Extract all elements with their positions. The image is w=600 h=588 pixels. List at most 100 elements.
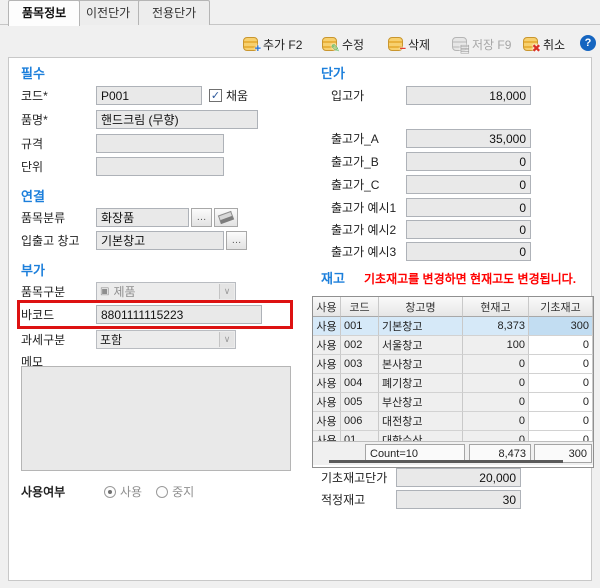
cell-code: 004 <box>341 374 379 393</box>
cell-current: 0 <box>463 393 529 412</box>
unit-input[interactable] <box>96 157 224 176</box>
item-type-label: 품목구분 <box>21 283 96 300</box>
cell-current: 0 <box>463 431 529 441</box>
minus-glyph: − <box>400 44 406 55</box>
radio-stop-icon[interactable] <box>156 486 168 498</box>
price-c-input[interactable]: 0 <box>406 175 531 194</box>
name-input[interactable]: 핸드크림 (무향) <box>96 110 258 129</box>
help-icon[interactable]: ? <box>580 35 596 51</box>
cell-base[interactable]: 0 <box>529 374 593 393</box>
edit-button-label: 수정 <box>342 36 364 53</box>
cancel-button[interactable]: ✖ 취소 <box>523 34 565 54</box>
price-row-ex2: 출고가 예시2 0 <box>331 220 531 239</box>
header-warehouse[interactable]: 창고명 <box>379 297 463 317</box>
price-row-ex3: 출고가 예시3 0 <box>331 242 531 261</box>
price-ex2-input[interactable]: 0 <box>406 220 531 239</box>
use-status-label: 사용여부 <box>21 483 96 500</box>
cell-code: 005 <box>341 393 379 412</box>
cell-warehouse: 본사창고 <box>379 355 463 374</box>
spec-input[interactable] <box>96 134 224 153</box>
header-code[interactable]: 코드 <box>341 297 379 317</box>
cell-base: 0 <box>529 431 593 441</box>
price-a-input[interactable]: 35,000 <box>406 129 531 148</box>
radio-stop-label[interactable]: 중지 <box>172 483 194 500</box>
cell-base[interactable]: 300 <box>529 317 593 336</box>
item-type-icon: ▣ <box>100 286 109 297</box>
cell-use: 사용 <box>313 317 341 336</box>
cancel-icon: ✖ <box>523 37 538 51</box>
price-in-input[interactable]: 18,000 <box>406 86 531 105</box>
table-h-scrollbar[interactable] <box>329 460 563 463</box>
add-icon: + <box>243 37 258 51</box>
price-ex3-input[interactable]: 0 <box>406 242 531 261</box>
price-ex1-input[interactable]: 0 <box>406 198 531 217</box>
category-more-button[interactable]: … <box>191 208 212 227</box>
save-button[interactable]: ▤ 저장 F9 <box>452 34 511 54</box>
base-price-input[interactable]: 20,000 <box>396 468 521 487</box>
delete-icon: − <box>388 37 403 51</box>
category-input[interactable]: 화장품 <box>96 208 189 227</box>
price-row-c: 출고가_C 0 <box>331 175 531 194</box>
code-label: 코드* <box>21 87 96 104</box>
table-row[interactable]: 사용 002 서울창고 100 0 <box>313 336 593 355</box>
chevron-down-icon: ∨ <box>219 332 234 347</box>
unit-label: 단위 <box>21 158 96 175</box>
edit-icon: ✎ <box>322 37 337 51</box>
tab-item-info[interactable]: 품목정보 <box>8 0 80 26</box>
add-button[interactable]: + 추가 F2 <box>243 34 302 54</box>
table-row-clipped[interactable]: 사용 01 대한수산 0 0 <box>313 431 593 441</box>
stock-table-footer: Count=10 8,473 300 <box>313 441 593 465</box>
header-use[interactable]: 사용 <box>313 297 341 317</box>
name-row: 품명* 핸드크림 (무향) <box>21 110 301 129</box>
cell-base[interactable]: 0 <box>529 355 593 374</box>
header-current[interactable]: 현재고 <box>463 297 529 317</box>
cell-base[interactable]: 0 <box>529 336 593 355</box>
section-title-price: 단가 <box>321 63 345 82</box>
warehouse-more-button[interactable]: … <box>226 231 247 250</box>
cell-use: 사용 <box>313 374 341 393</box>
autofill-checkbox-label: 채움 <box>226 87 248 104</box>
tab-previous-price[interactable]: 이전단가 <box>72 0 144 25</box>
table-row[interactable]: 사용 004 폐기창고 0 0 <box>313 374 593 393</box>
spec-row: 규격 <box>21 134 301 153</box>
cell-code: 002 <box>341 336 379 355</box>
header-base[interactable]: 기초재고 <box>529 297 593 317</box>
cell-base[interactable]: 0 <box>529 412 593 431</box>
edit-button[interactable]: ✎ 수정 <box>322 34 364 54</box>
price-b-input[interactable]: 0 <box>406 152 531 171</box>
autofill-checkbox[interactable]: ✓ 채움 <box>209 87 248 104</box>
code-input[interactable]: P001 <box>96 86 202 105</box>
price-ex1-label: 출고가 예시1 <box>331 199 406 216</box>
use-status-row: 사용여부 사용 중지 <box>21 483 301 500</box>
warehouse-row: 입출고 창고 기본창고 … <box>21 231 301 250</box>
price-row-b: 출고가_B 0 <box>331 152 531 171</box>
delete-button-label: 삭제 <box>408 36 430 53</box>
table-row[interactable]: 사용 005 부산창고 0 0 <box>313 393 593 412</box>
warehouse-input[interactable]: 기본창고 <box>96 231 224 250</box>
memo-input[interactable] <box>21 366 291 471</box>
tax-dropdown[interactable]: 포함 ∨ <box>96 330 236 349</box>
category-label: 품목분류 <box>21 209 96 226</box>
delete-button[interactable]: − 삭제 <box>388 34 430 54</box>
cell-code: 006 <box>341 412 379 431</box>
table-row[interactable]: 사용 003 본사창고 0 0 <box>313 355 593 374</box>
cell-current: 100 <box>463 336 529 355</box>
radio-use-label[interactable]: 사용 <box>120 483 142 500</box>
tab-exclusive-price[interactable]: 전용단가 <box>138 0 210 25</box>
optimal-stock-input[interactable]: 30 <box>396 490 521 509</box>
cell-base[interactable]: 0 <box>529 393 593 412</box>
cell-use: 사용 <box>313 412 341 431</box>
chevron-down-icon: ∨ <box>219 284 234 299</box>
cell-warehouse: 대한수산 <box>379 431 463 441</box>
cell-use: 사용 <box>313 336 341 355</box>
cell-current: 8,373 <box>463 317 529 336</box>
cell-current: 0 <box>463 374 529 393</box>
cell-code: 003 <box>341 355 379 374</box>
radio-use-icon[interactable] <box>104 486 116 498</box>
barcode-input[interactable]: 8801111115223 <box>96 305 262 324</box>
category-clear-button[interactable] <box>214 208 238 227</box>
cell-warehouse: 기본창고 <box>379 317 463 336</box>
table-row[interactable]: 사용 006 대전창고 0 0 <box>313 412 593 431</box>
table-row[interactable]: 사용 001 기본창고 8,373 300 <box>313 317 593 336</box>
item-type-dropdown[interactable]: ▣ 제품 ∨ <box>96 282 236 301</box>
